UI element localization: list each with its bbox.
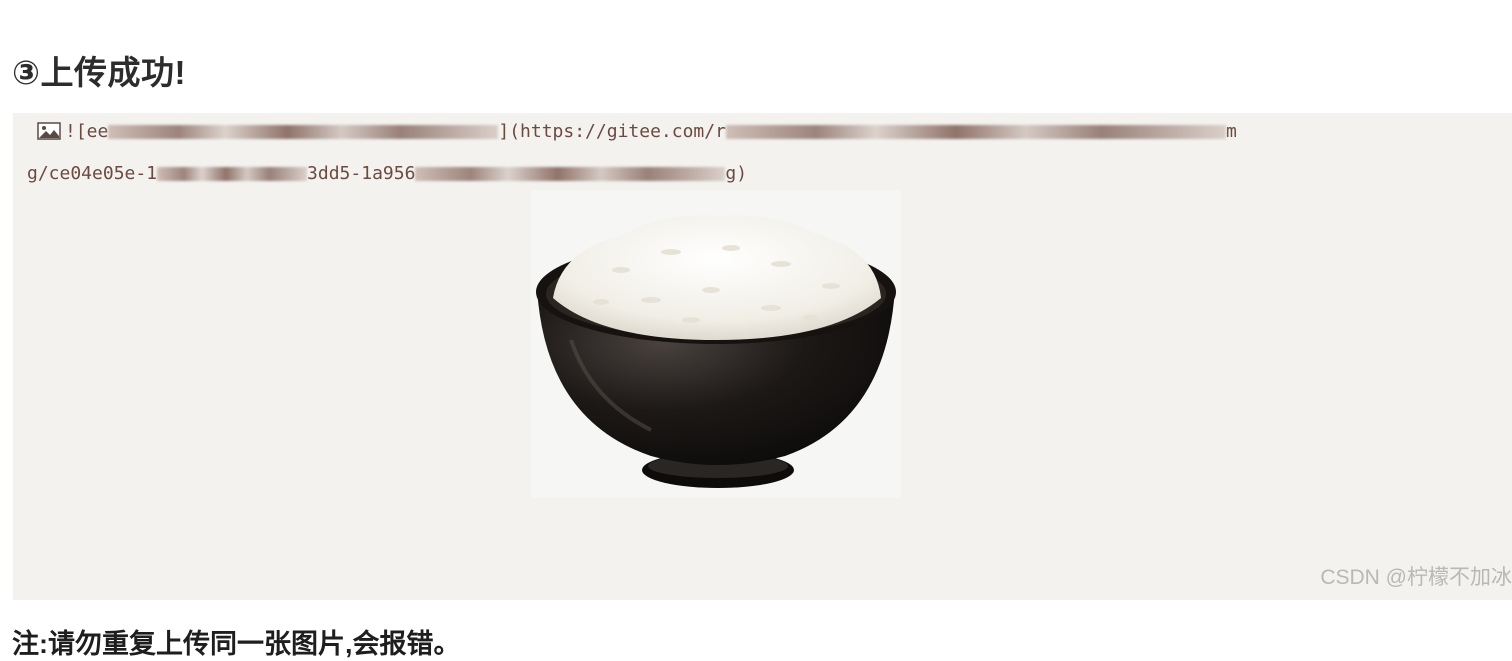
markdown-link-line-1: ![ee ](https://gitee.com/r m xyxy=(37,121,1497,143)
blurred-filename xyxy=(108,125,499,139)
blurred-url-segment-3 xyxy=(415,167,726,181)
image-icon xyxy=(37,122,61,140)
uploaded-image xyxy=(531,190,901,498)
blurred-url-segment xyxy=(725,125,1226,139)
bowl-of-rice-image xyxy=(536,215,896,488)
upload-result-panel: ![ee ](https://gitee.com/r m g/ce04e05e-1 3… xyxy=(13,113,1512,600)
markdown-text-start: ![ee xyxy=(65,121,109,142)
blurred-url-segment-2 xyxy=(157,167,308,181)
markdown-url-mid: 3dd5-1a956 xyxy=(307,163,416,184)
section-heading: ③上传成功! xyxy=(12,54,186,91)
note-text: 注:请勿重复上传同一张图片,会报错。 xyxy=(12,629,461,659)
markdown-url-text: ](https://gitee.com/r xyxy=(498,121,726,142)
markdown-link-line-2: g/ce04e05e-1 3dd5-1a956 g) xyxy=(27,163,1487,185)
csdn-watermark: CSDN @柠檬不加冰 xyxy=(1320,566,1512,589)
markdown-url-tail: g) xyxy=(725,163,748,184)
markdown-url-start: g/ce04e05e-1 xyxy=(27,163,158,184)
markdown-url-end: m xyxy=(1225,121,1237,142)
